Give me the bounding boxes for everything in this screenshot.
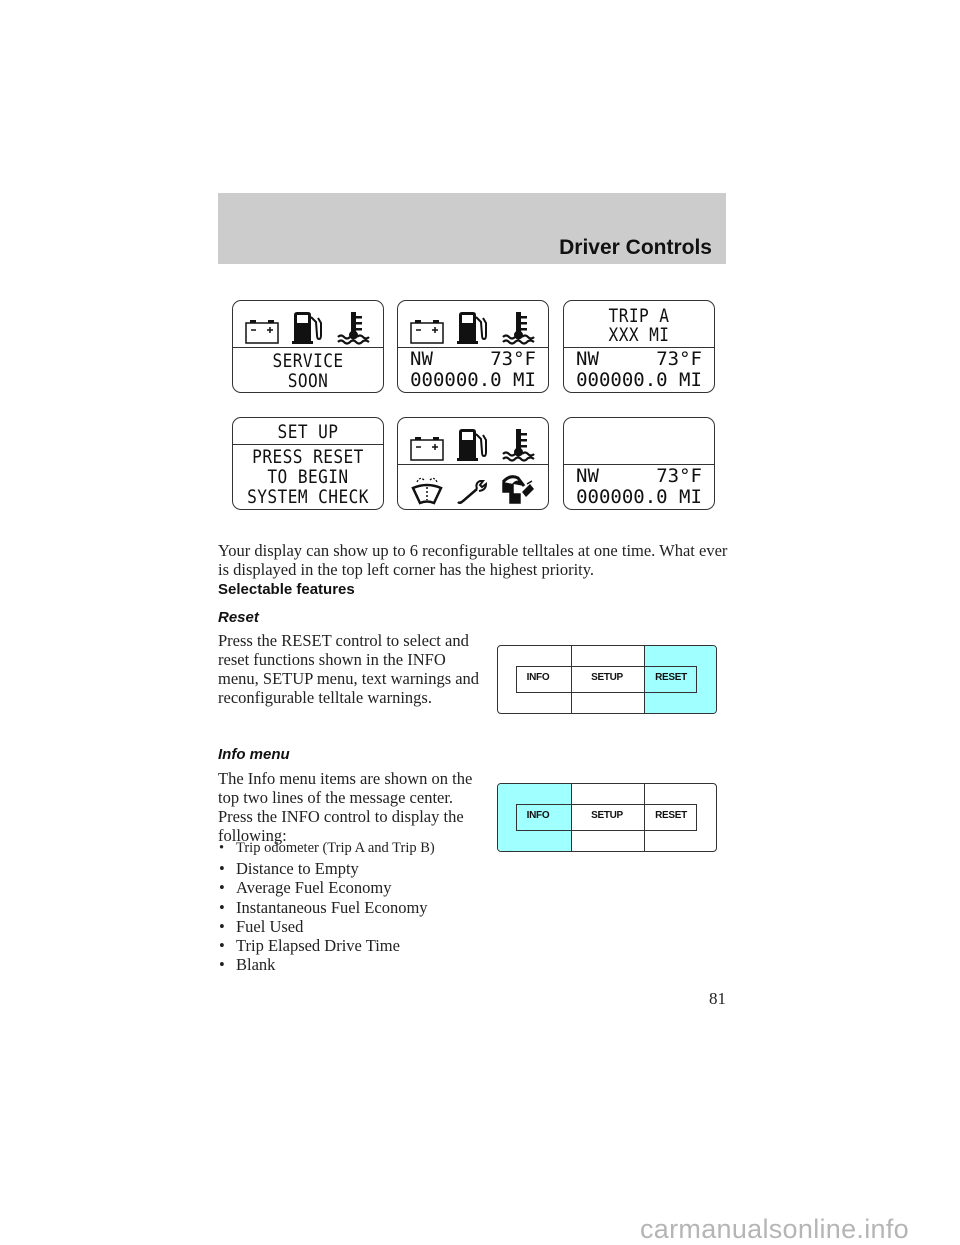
- display-line: SOON: [287, 370, 329, 392]
- display-line: SERVICE: [272, 350, 344, 372]
- reset-button[interactable]: RESET: [635, 810, 707, 821]
- info-menu-heading: Info menu: [218, 746, 290, 763]
- page-number: 81: [709, 989, 726, 1008]
- compass-heading: NW: [576, 465, 599, 487]
- list-item: Trip odometer (Trip A and Trip B): [218, 839, 488, 858]
- display-six-telltales: [397, 417, 549, 510]
- display-setup: SET UP PRESS RESET TO BEGIN SYSTEM CHECK: [232, 417, 384, 510]
- display-line: TRIP A: [608, 305, 670, 327]
- compass-temp-row: NW 73°F: [410, 349, 536, 369]
- watermark: carmanualsonline.info: [640, 1214, 909, 1244]
- display-top-line: SET UP: [277, 421, 339, 443]
- telltale-row-top: [398, 424, 548, 462]
- compass-heading: NW: [576, 348, 599, 370]
- wrench-icon: [456, 479, 488, 505]
- display-line: SYSTEM CHECK: [247, 486, 369, 508]
- display-line: PRESS RESET: [252, 446, 364, 468]
- display-divider: [398, 464, 548, 465]
- coolant-temperature-icon: [501, 428, 535, 462]
- telltale-row-bottom: [398, 468, 548, 506]
- fuel-pump-icon: [291, 311, 323, 345]
- coolant-temperature-icon: [336, 311, 370, 345]
- coolant-temperature-icon: [501, 311, 535, 345]
- odometer-readout: 000000.0 MI: [576, 369, 702, 391]
- battery-icon: [245, 319, 279, 344]
- fuel-pump-icon: [456, 428, 488, 462]
- display-blank-top: NW 73°F 000000.0 MI: [563, 417, 715, 510]
- telltale-row: [398, 307, 548, 345]
- info-menu-paragraph: The Info menu items are shown on the top…: [218, 769, 473, 845]
- compass-temp-row: NW 73°F: [576, 349, 702, 369]
- odometer-readout: 000000.0 MI: [410, 369, 536, 391]
- washer-fluid-icon: [411, 477, 442, 505]
- section-heading: Selectable features: [218, 581, 355, 598]
- list-item: Blank: [218, 955, 488, 974]
- list-item: Average Fuel Economy: [218, 878, 488, 897]
- battery-icon: [410, 436, 444, 461]
- list-item: Instantaneous Fuel Economy: [218, 898, 488, 917]
- reset-paragraph: Press the RESET control to select and re…: [218, 631, 480, 707]
- info-menu-list: Trip odometer (Trip A and Trip B) Distan…: [218, 839, 488, 975]
- door-ajar-icon: [501, 475, 536, 505]
- reset-button[interactable]: RESET: [635, 672, 707, 683]
- section-title: Driver Controls: [559, 236, 712, 259]
- outside-temperature: 73°F: [656, 348, 702, 370]
- display-trip-a: TRIP A XXX MI NW 73°F 000000.0 MI: [563, 300, 715, 393]
- display-telltales-compass: NW 73°F 000000.0 MI: [397, 300, 549, 393]
- compass-heading: NW: [410, 348, 433, 370]
- fuel-pump-icon: [456, 311, 488, 345]
- compass-temp-row: NW 73°F: [576, 466, 702, 486]
- display-divider: [233, 444, 383, 445]
- display-line: TO BEGIN: [267, 466, 349, 488]
- info-control-diagram: INFO SETUP RESET: [497, 783, 717, 852]
- section-header-band: Driver Controls: [218, 193, 726, 264]
- outside-temperature: 73°F: [490, 348, 536, 370]
- intro-paragraph: Your display can show up to 6 reconfigur…: [218, 541, 728, 579]
- list-item: Fuel Used: [218, 917, 488, 936]
- info-button[interactable]: INFO: [502, 810, 574, 821]
- outside-temperature: 73°F: [656, 465, 702, 487]
- list-item: Trip Elapsed Drive Time: [218, 936, 488, 955]
- telltale-row: [233, 307, 383, 345]
- odometer-readout: 000000.0 MI: [576, 486, 702, 508]
- setup-button[interactable]: SETUP: [571, 810, 643, 821]
- reset-control-diagram: INFO SETUP RESET: [497, 645, 717, 714]
- display-service-soon: SERVICE SOON: [232, 300, 384, 393]
- reset-heading: Reset: [218, 609, 259, 626]
- display-line: XXX MI: [608, 324, 670, 346]
- setup-button[interactable]: SETUP: [571, 672, 643, 683]
- list-item: Distance to Empty: [218, 859, 488, 878]
- info-button[interactable]: INFO: [502, 672, 574, 683]
- battery-icon: [410, 319, 444, 344]
- display-divider: [233, 347, 383, 348]
